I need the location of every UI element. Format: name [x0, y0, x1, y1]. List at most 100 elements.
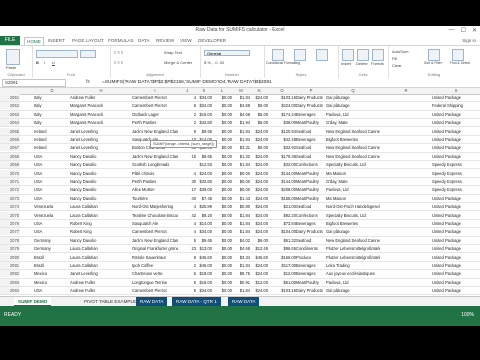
table-cell[interactable]: $1.94 — [232, 119, 250, 126]
tab-review[interactable]: REVIEW — [156, 36, 174, 45]
table-cell[interactable]: Meat/Poultry — [296, 279, 326, 286]
table-cell[interactable]: $0.00 — [212, 102, 232, 109]
table-cell[interactable]: 2 — [178, 262, 196, 269]
table-cell[interactable]: Germany — [34, 245, 70, 252]
table-cell[interactable]: Margaret Peacock — [70, 102, 132, 109]
table-cell[interactable]: $45.60 — [196, 254, 212, 261]
table-cell[interactable]: Nancy Davolio — [70, 161, 132, 168]
table-row[interactable]: 2078 Germany Nancy Davolio Jack's New Engla… — [0, 236, 480, 245]
table-cell[interactable]: Nancy Davolio — [70, 186, 132, 193]
table-cell[interactable]: Laura Callahan — [70, 245, 132, 252]
table-cell[interactable]: 4 — [178, 228, 196, 235]
table-cell[interactable]: $24.00 — [250, 220, 268, 227]
table-cell[interactable]: USA — [34, 195, 70, 202]
table-cell[interactable]: $208.00 — [268, 186, 296, 193]
row-number[interactable]: 2073 — [0, 194, 20, 202]
table-cell[interactable]: United Package — [432, 287, 480, 294]
bold-icon[interactable]: B — [36, 60, 39, 65]
table-cell[interactable]: United Package — [432, 279, 480, 286]
table-cell[interactable]: Gai pâturage — [326, 287, 380, 294]
table-cell[interactable]: Camembert Pierrot — [132, 287, 178, 294]
table-cell[interactable]: Ipoh Coffee — [132, 262, 178, 269]
find-select-icon[interactable] — [452, 49, 464, 61]
table-cell[interactable]: $5.00 — [250, 102, 268, 109]
tab-view[interactable]: VIEW — [180, 36, 192, 45]
table-cell[interactable]: Mexico — [34, 279, 70, 286]
table-cell[interactable]: $224.00 — [268, 102, 296, 109]
name-box[interactable]: S2091 — [2, 79, 66, 87]
table-cell[interactable]: $6.00 — [250, 119, 268, 126]
table-cell[interactable]: $32.00 — [268, 161, 296, 168]
table-cell[interactable]: $1.84 — [232, 128, 250, 135]
table-cell[interactable]: Perth Pasties — [132, 119, 178, 126]
table-cell[interactable]: Pavlova, Ltd — [326, 186, 380, 193]
table-cell[interactable]: $34.00 — [196, 228, 212, 235]
table-cell[interactable]: Margaret Peacock — [70, 111, 132, 118]
table-row[interactable]: 2062 Italy Margaret Peacock Camembert Pierr… — [0, 102, 480, 111]
table-cell[interactable]: $9.20 — [196, 212, 212, 219]
table-cell[interactable]: Beverages — [296, 262, 326, 269]
row-number[interactable]: 2064 — [0, 119, 20, 127]
table-cell[interactable]: Gai pâturage — [326, 228, 380, 235]
table-row[interactable]: 2082 Mexico Janet Leverling Chartreuse vert… — [0, 270, 480, 279]
table-cell[interactable]: Seafood — [296, 237, 326, 244]
table-row[interactable]: 2083 Mexico Andrew Fuller Longtongue Terrin… — [0, 278, 480, 287]
table-cell[interactable]: United Package — [432, 212, 480, 219]
table-row[interactable]: 2063 Italy Margaret Peacock Outback Lager 2 $… — [0, 110, 480, 119]
table-cell[interactable]: 5 — [178, 287, 196, 294]
table-cell[interactable]: Meat/Poultry — [296, 186, 326, 193]
tab-developer[interactable]: DEVELOPER — [198, 36, 226, 45]
table-cell[interactable]: Beverages — [296, 270, 326, 277]
table-cell[interactable]: Italy — [34, 102, 70, 109]
table-cell[interactable]: Nancy Davolio — [70, 170, 132, 177]
table-cell[interactable]: Teatime Chocolate Biscuits — [132, 212, 178, 219]
table-cell[interactable]: Venezuela — [34, 212, 70, 219]
table-cell[interactable]: Italy — [34, 94, 70, 101]
table-row[interactable]: 2069 USA Nancy Davolio Scottish Longbreads $… — [0, 161, 480, 170]
table-cell[interactable]: Meat/Poultry — [296, 178, 326, 185]
table-cell[interactable]: Jack's New England Clam Chowder — [132, 237, 178, 244]
table-cell[interactable]: $13.00 — [196, 245, 212, 252]
table-cell[interactable]: $103.16 — [268, 94, 296, 101]
table-cell[interactable]: $104.00 — [268, 228, 296, 235]
table-cell[interactable]: Alice Mutton — [132, 186, 178, 193]
table-cell[interactable]: 30 — [178, 178, 196, 185]
table-cell[interactable]: $32.80 — [196, 119, 212, 126]
table-cell[interactable]: $1.32 — [232, 153, 250, 160]
row-number[interactable]: 2078 — [0, 236, 20, 244]
table-cell[interactable]: Laura Callahan — [70, 203, 132, 210]
table-cell[interactable]: $155.00 — [268, 195, 296, 202]
formula-input[interactable]: =SUMIFS('RAW DATA'!$P$2:$P$2156,'SUMIF D… — [102, 78, 272, 87]
table-cell[interactable]: Camembert Pierrot — [132, 228, 178, 235]
table-cell[interactable]: Specialty Biscuits, Ltd — [326, 161, 380, 168]
table-cell[interactable]: $24.00 — [250, 212, 268, 219]
row-number[interactable]: 2080 — [0, 253, 20, 261]
tab-data[interactable]: DATA — [138, 36, 150, 45]
table-cell[interactable]: United Package — [432, 111, 480, 118]
table-cell[interactable]: $24.00 — [250, 287, 268, 294]
font-size-dropdown[interactable] — [80, 50, 96, 58]
table-row[interactable]: 2061 Italy Andrew Fuller Camembert Pierrot 4… — [0, 94, 480, 103]
table-row[interactable]: 2075 Venezuela Laura Callahan Teatime Choco… — [0, 211, 480, 220]
table-cell[interactable]: Italy — [34, 111, 70, 118]
row-number[interactable]: 2084 — [0, 287, 20, 295]
table-cell[interactable]: $34.00 — [196, 102, 212, 109]
table-cell[interactable]: Perth Pasties — [132, 178, 178, 185]
table-cell[interactable]: $0.00 — [212, 119, 232, 126]
table-cell[interactable]: Nord-Ost-Fisch Handelsgesellschaft mbH — [326, 203, 380, 210]
table-row[interactable]: 2074 Venezuela Laura Callahan Nord-Ost Matj… — [0, 203, 480, 212]
table-cell[interactable]: Meat/Poultry — [296, 119, 326, 126]
table-cell[interactable]: Outback Lager — [132, 111, 178, 118]
maximize-icon[interactable]: ☐ — [461, 27, 466, 34]
table-cell[interactable]: $0.00 — [212, 245, 232, 252]
table-cell[interactable]: $96.65 — [268, 245, 296, 252]
conditional-formatting-button[interactable]: Conditional Formatting — [266, 61, 300, 65]
table-row[interactable]: 2065 Ireland Janet Leverling Jack's New Eng… — [0, 127, 480, 136]
table-cell[interactable]: USA — [34, 186, 70, 193]
table-cell[interactable]: 15 — [178, 153, 196, 160]
table-cell[interactable]: Robert King — [70, 228, 132, 235]
table-cell[interactable]: New England Seafood Cannery — [326, 237, 380, 244]
table-cell[interactable]: $0.00 — [250, 144, 268, 151]
table-cell[interactable]: United Package — [432, 203, 480, 210]
table-cell[interactable]: United Package — [432, 270, 480, 277]
